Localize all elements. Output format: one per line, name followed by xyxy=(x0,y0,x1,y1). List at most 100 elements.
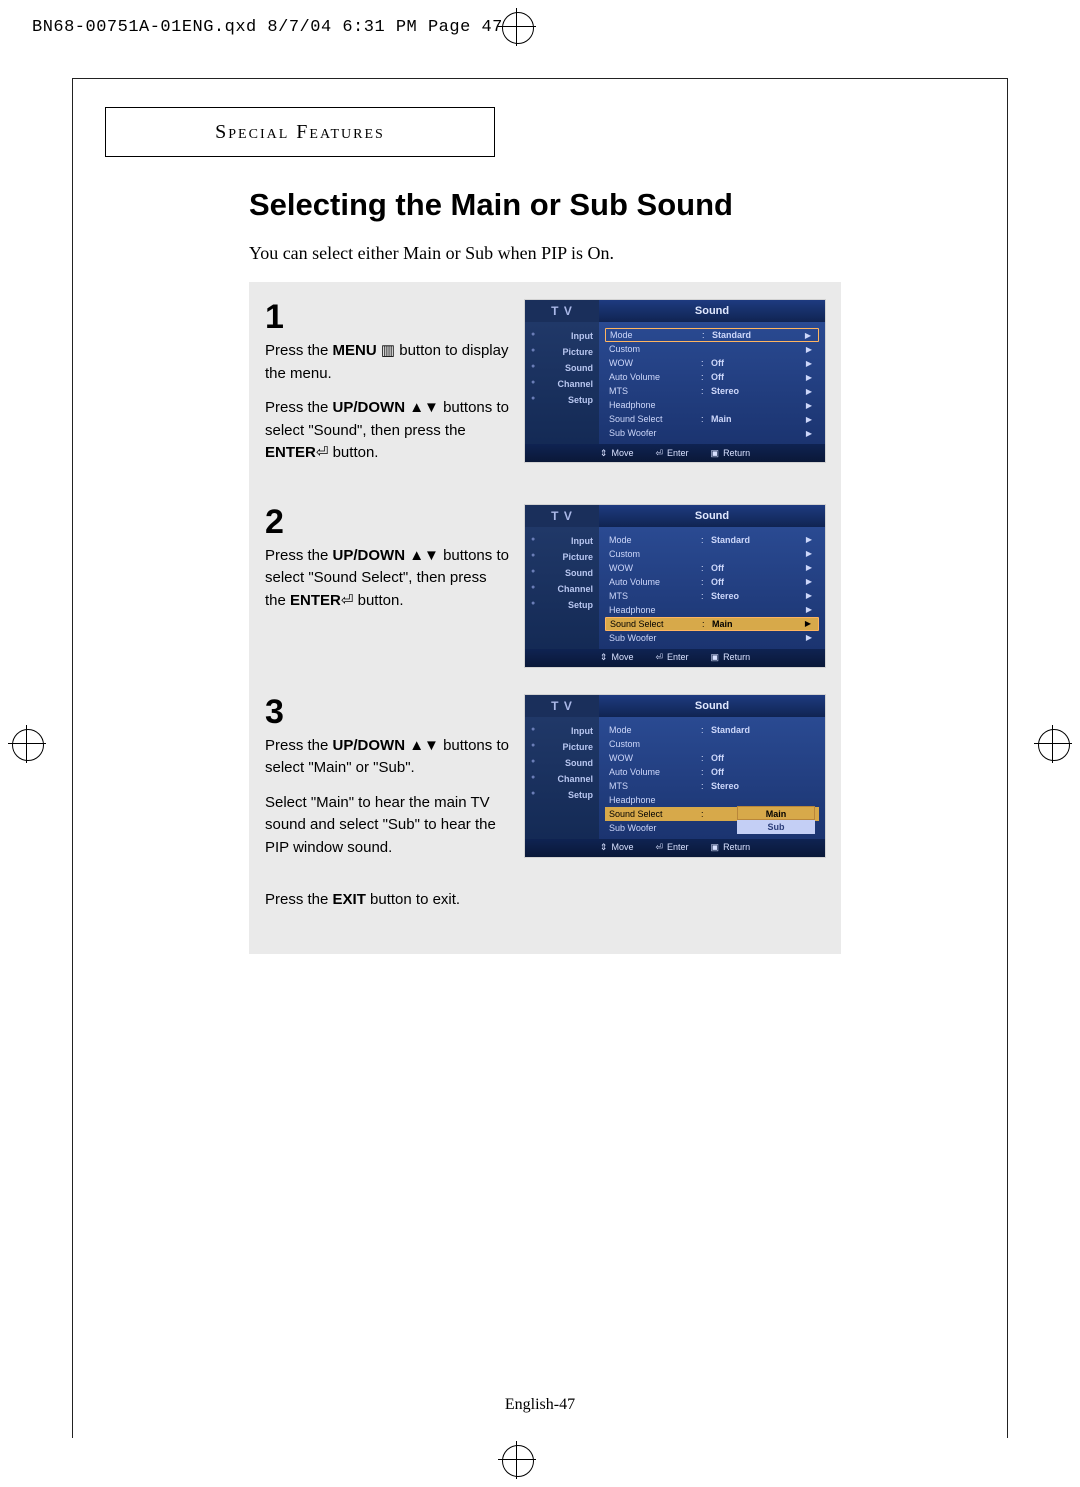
t: button to exit. xyxy=(366,891,460,908)
osd-side-item: Channel xyxy=(525,376,599,392)
osd-foot-enter: Enter xyxy=(655,842,688,853)
osd-row: WOW:Off xyxy=(605,751,819,765)
osd-label: Sub Woofer xyxy=(609,633,701,643)
osd-footer: Move Enter Return xyxy=(525,444,825,462)
osd-screenshot-2: T V Sound Input Picture Sound Channel Se… xyxy=(525,505,825,667)
step-instructions: Press the MENU ▥ button to display the m… xyxy=(265,340,511,465)
crop-mark-icon xyxy=(498,1441,536,1479)
step-instructions: Press the UP/DOWN ▲▼ buttons to select "… xyxy=(265,735,511,912)
osd-main: Mode:Standard Custom WOW:Off Auto Volume… xyxy=(599,717,825,839)
osd-row: Sound Select:Main▶ xyxy=(605,412,819,426)
osd-side-item: Sound xyxy=(525,360,599,376)
osd-title: Sound xyxy=(599,300,825,322)
osd-foot-enter: Enter xyxy=(655,652,688,663)
t: Press the xyxy=(265,399,333,416)
chevron-right-icon: ▶ xyxy=(803,633,815,642)
osd-row: Mode:Standard xyxy=(605,723,819,737)
chevron-right-icon: ▶ xyxy=(803,387,815,396)
osd-side-item: Input xyxy=(525,533,599,549)
osd-foot-move: Move xyxy=(600,448,634,459)
t: Press the xyxy=(265,547,333,564)
step-number: 3 xyxy=(265,695,511,729)
osd-row: Auto Volume:Off xyxy=(605,765,819,779)
osd-value: Off xyxy=(711,577,803,587)
osd-label: Headphone xyxy=(609,400,701,410)
osd-label: WOW xyxy=(609,358,701,368)
chevron-right-icon: ▶ xyxy=(803,563,815,572)
osd-tv-label: T V xyxy=(525,300,599,322)
chevron-right-icon: ▶ xyxy=(803,359,815,368)
t: button. xyxy=(328,444,378,461)
osd-label: MTS xyxy=(609,591,701,601)
osd-label: Mode xyxy=(610,330,702,340)
t: MENU xyxy=(333,342,377,359)
osd-side-item: Setup xyxy=(525,787,599,803)
osd-screenshot-3: T V Sound Input Picture Sound Channel Se… xyxy=(525,695,825,857)
page-title: Selecting the Main or Sub Sound xyxy=(249,187,849,223)
osd-value: Standard xyxy=(711,535,803,545)
chevron-right-icon: ▶ xyxy=(803,549,815,558)
osd-screenshot-1: T V Sound Input Picture Sound Channel Se… xyxy=(525,300,825,462)
chevron-right-icon: ▶ xyxy=(802,331,814,340)
updown-icon: ▲▼ xyxy=(409,547,439,564)
osd-side-item: Channel xyxy=(525,581,599,597)
step-2: 2 Press the UP/DOWN ▲▼ buttons to select… xyxy=(265,505,825,667)
chevron-right-icon: ▶ xyxy=(803,605,815,614)
osd-label: Headphone xyxy=(609,795,701,805)
osd-foot-move: Move xyxy=(600,842,634,853)
osd-side-item: Sound xyxy=(525,755,599,771)
osd-side-item: Setup xyxy=(525,597,599,613)
osd-label: Headphone xyxy=(609,605,701,615)
osd-value: Off xyxy=(711,563,803,573)
osd-row: Auto Volume:Off▶ xyxy=(605,575,819,589)
osd-row: Custom ▶ xyxy=(605,547,819,561)
osd-side-item: Setup xyxy=(525,392,599,408)
osd-label: Mode xyxy=(609,535,701,545)
osd-label: Sound Select xyxy=(609,414,701,424)
osd-value: Main xyxy=(712,619,802,629)
chevron-right-icon: ▶ xyxy=(803,345,815,354)
osd-row: Headphone ▶ xyxy=(605,603,819,617)
t: UP/DOWN xyxy=(333,737,406,754)
step-instructions: Press the UP/DOWN ▲▼ buttons to select "… xyxy=(265,545,511,613)
osd-label: Auto Volume xyxy=(609,767,701,777)
chevron-right-icon: ▶ xyxy=(803,591,815,600)
osd-foot-return: Return xyxy=(711,652,751,663)
osd-side-item: Sound xyxy=(525,565,599,581)
osd-side-item: Channel xyxy=(525,771,599,787)
chevron-right-icon: ▶ xyxy=(802,619,814,628)
page-frame: Special Features Selecting the Main or S… xyxy=(72,78,1008,1438)
osd-tv-label: T V xyxy=(525,695,599,717)
t: ENTER xyxy=(265,444,316,461)
steps-panel: 1 Press the MENU ▥ button to display the… xyxy=(249,282,841,954)
osd-row: Sub Woofer ▶ xyxy=(605,631,819,645)
osd-row: WOW:Off▶ xyxy=(605,356,819,370)
osd-label: Sub Woofer xyxy=(609,428,701,438)
enter-icon: ⏎ xyxy=(341,592,354,609)
osd-value: Standard xyxy=(711,725,815,735)
osd-row-selected: Sound Select: Main Sub xyxy=(605,807,819,821)
osd-side-item: Picture xyxy=(525,549,599,565)
osd-value: Stereo xyxy=(711,591,803,601)
osd-main: Mode:Standard▶ Custom▶ WOW:Off▶ Auto Vol… xyxy=(599,322,825,444)
t: Press the xyxy=(265,342,333,359)
crop-mark-icon xyxy=(8,725,46,763)
osd-label: MTS xyxy=(609,386,701,396)
t: Press the xyxy=(265,737,333,754)
osd-value: Off xyxy=(711,767,815,777)
enter-icon: ⏎ xyxy=(316,444,329,461)
osd-label: Custom xyxy=(609,549,701,559)
osd-row: WOW:Off▶ xyxy=(605,561,819,575)
osd-footer: Move Enter Return xyxy=(525,649,825,667)
t: EXIT xyxy=(333,891,366,908)
t: Press the xyxy=(265,891,333,908)
osd-foot-return: Return xyxy=(711,448,751,459)
chevron-right-icon: ▶ xyxy=(803,577,815,586)
osd-value: Off xyxy=(711,358,803,368)
osd-submenu-option-selected: Main xyxy=(737,806,815,820)
updown-icon: ▲▼ xyxy=(409,737,439,754)
osd-row: Sub Woofer▶ xyxy=(605,426,819,440)
osd-row-selected: Sound Select:Main▶ xyxy=(605,617,819,631)
osd-side-item: Picture xyxy=(525,739,599,755)
step-number: 2 xyxy=(265,505,511,539)
